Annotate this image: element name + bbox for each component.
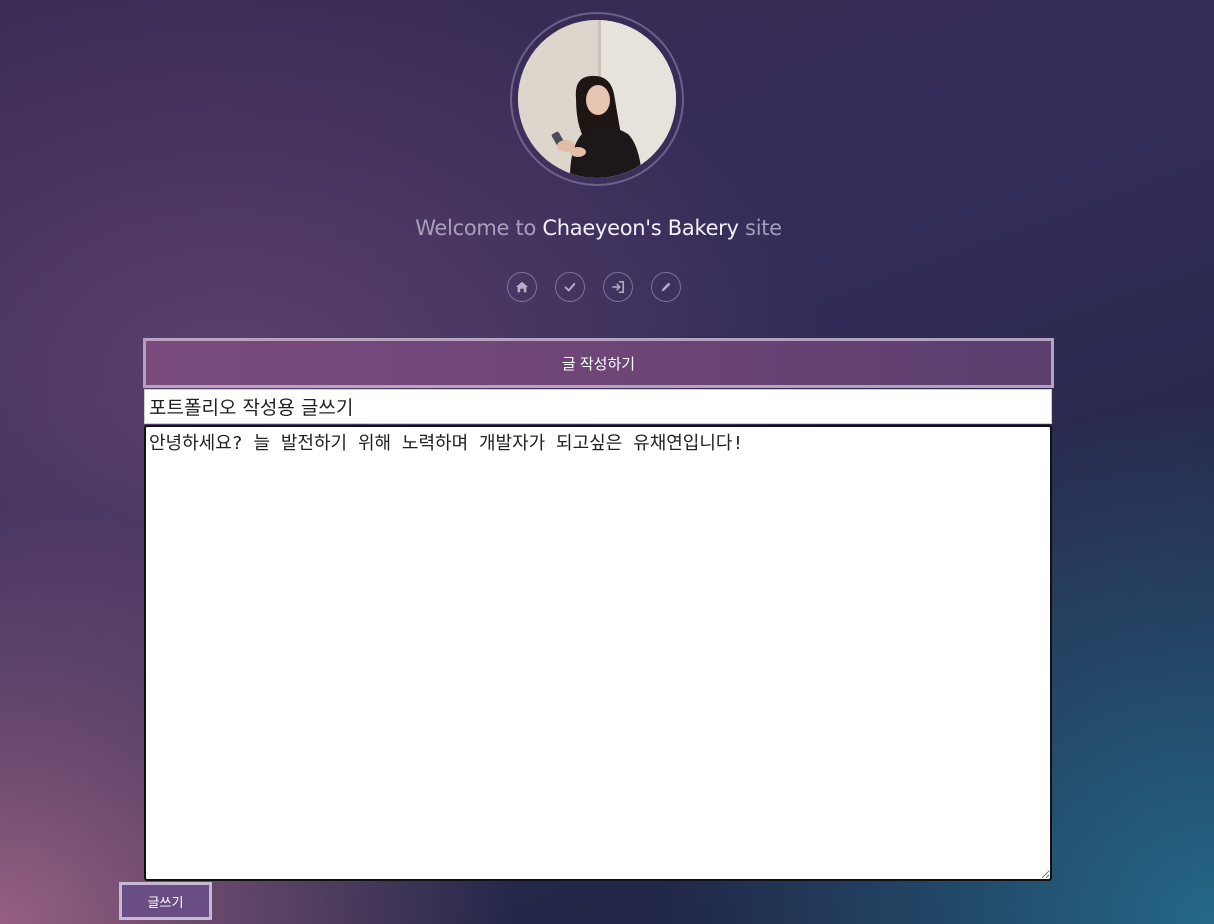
body-textarea[interactable]: 안녕하세요? 늘 발전하기 위해 노력하며 개발자가 되고싶은 유채연입니다! — [144, 425, 1052, 881]
avatar-ring — [510, 12, 684, 186]
pencil-icon — [661, 282, 671, 292]
avatar-photo — [518, 20, 676, 178]
form-header: 글 작성하기 — [143, 338, 1054, 388]
sign-in-icon — [611, 280, 625, 294]
brand-name: Chaeyeon's Bakery — [542, 216, 739, 240]
write-button[interactable] — [651, 272, 681, 302]
title-input[interactable] — [144, 389, 1052, 424]
welcome-prefix: Welcome to — [415, 216, 537, 240]
submit-button[interactable]: 글쓰기 — [119, 882, 212, 920]
sign-in-button[interactable] — [603, 272, 633, 302]
icon-nav — [507, 272, 681, 302]
avatar — [518, 20, 676, 178]
home-icon — [515, 281, 529, 293]
welcome-suffix: site — [745, 216, 782, 240]
home-button[interactable] — [507, 272, 537, 302]
check-button[interactable] — [555, 272, 585, 302]
check-icon — [564, 282, 576, 292]
welcome-text: Welcome to Chaeyeon's Bakery site — [0, 216, 1197, 240]
